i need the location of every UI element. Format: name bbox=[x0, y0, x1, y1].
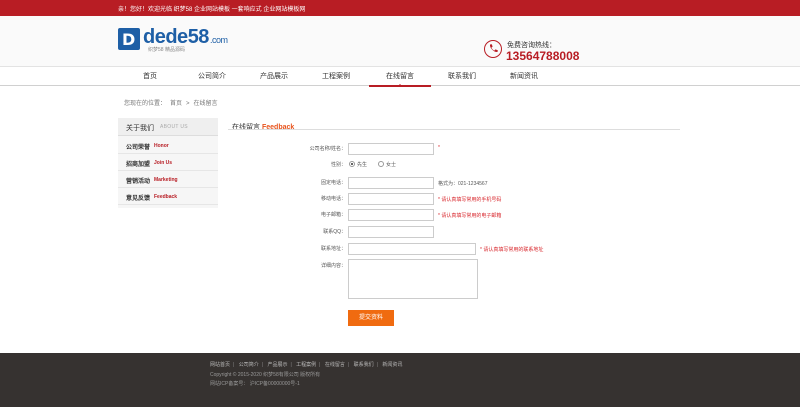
content-title: 在线留言 Feedback bbox=[232, 122, 294, 132]
address-hint: * 请认真填写常用的联系地址 bbox=[480, 247, 544, 253]
mobile-hint: * 请认真填写常用的手机号码 bbox=[438, 197, 502, 203]
sidebar-item-label-en: Feedback bbox=[154, 194, 178, 200]
hotline: 免费咨询热线： 13564788008 bbox=[484, 40, 594, 66]
footer-link-products[interactable]: 产品展示 bbox=[267, 362, 287, 368]
logo-mark-icon: D bbox=[118, 28, 140, 50]
sidebar-title-en: ABOUT US bbox=[160, 124, 188, 130]
company-label-wrap: 公司名称/姓名： bbox=[280, 143, 346, 155]
gender-label: 性别： bbox=[330, 162, 346, 168]
footer-sep: | bbox=[233, 362, 235, 368]
breadcrumb-sep: > bbox=[186, 101, 190, 107]
nav-item-contact[interactable]: 联系我们 bbox=[431, 67, 493, 87]
main-nav: 首页 公司简介 产品展示 工程案例 在线留言 联系我们 新闻资讯 bbox=[0, 66, 800, 87]
qq-label: 联系QQ： bbox=[323, 229, 346, 235]
footer-sep: | bbox=[319, 362, 321, 368]
sidebar-title: 关于我们 bbox=[126, 125, 154, 132]
address-label-wrap: 联系地址： bbox=[280, 243, 346, 255]
footer-link-home[interactable]: 网站首页 bbox=[210, 362, 230, 368]
email-input[interactable] bbox=[348, 209, 434, 221]
address-label: 联系地址： bbox=[320, 246, 346, 252]
site-header: D dede58.com 织梦58 精品源码 免费咨询热线： 135647880… bbox=[0, 16, 800, 66]
welcome-text: 亲！您好！欢迎光临 织梦58 企业网站模板 一套响应式 企业网站模板网 bbox=[118, 7, 306, 13]
phone-icon bbox=[484, 40, 502, 58]
message-label-wrap: 详细内容： bbox=[280, 260, 346, 272]
breadcrumb: 您现在的位置： 首页 > 在线留言 bbox=[124, 98, 222, 107]
phone-input[interactable] bbox=[348, 177, 434, 189]
footer-link-contact[interactable]: 联系我们 bbox=[354, 362, 374, 368]
sidebar-item-label: 招商加盟 bbox=[126, 162, 151, 168]
company-required-mark: * bbox=[438, 145, 440, 151]
qq-input[interactable] bbox=[348, 226, 434, 238]
sidebar-item-feedback[interactable]: 意见反馈 Feedback bbox=[118, 188, 218, 205]
message-label: 详细内容： bbox=[320, 263, 346, 269]
submit-button[interactable]: 提交资料 bbox=[348, 310, 394, 326]
nav-item-feedback[interactable]: 在线留言 bbox=[369, 67, 431, 87]
nav-item-products[interactable]: 产品展示 bbox=[243, 67, 305, 87]
nav-item-news[interactable]: 新闻资讯 bbox=[493, 67, 555, 87]
footer-copyright: Copyright © 2015-2020 织梦58有限公司 版权所有 bbox=[210, 372, 321, 378]
email-label: 电子邮箱： bbox=[320, 212, 346, 218]
nav-item-about[interactable]: 公司简介 bbox=[181, 67, 243, 87]
sidebar-item-marketing[interactable]: 营销活动 Marketing bbox=[118, 171, 218, 188]
footer-sep: | bbox=[347, 362, 350, 368]
phone-label-wrap: 固定电话： bbox=[280, 177, 346, 189]
footer-link-about[interactable]: 公司简介 bbox=[239, 362, 259, 368]
mobile-input[interactable] bbox=[348, 193, 434, 205]
footer-sep: | bbox=[290, 362, 292, 368]
footer-link-news[interactable]: 新闻资讯 bbox=[382, 362, 402, 368]
gender-male-label: 先生 bbox=[357, 162, 368, 168]
address-input[interactable] bbox=[348, 243, 476, 255]
message-textarea[interactable] bbox=[348, 259, 478, 299]
footer-links: 网站首页 | 公司简介 | 产品展示 | 工程案例 | 在线留言 | 联系我们 | 新闻资讯 bbox=[210, 361, 405, 368]
email-label-wrap: 电子邮箱： bbox=[280, 209, 346, 221]
sidebar: 关于我们 ABOUT US 公司荣誉 Honor 招商加盟 Join Us 营销… bbox=[118, 118, 218, 208]
footer-sep: | bbox=[376, 362, 378, 368]
gender-label-wrap: 性别： bbox=[280, 159, 346, 171]
phone-label: 固定电话： bbox=[320, 180, 346, 186]
sidebar-item-label-en: Honor bbox=[154, 143, 169, 149]
footer-link-cases[interactable]: 工程案例 bbox=[296, 362, 316, 368]
logo-slogan: 织梦58 精品源码 bbox=[148, 47, 185, 53]
sidebar-item-join[interactable]: 招商加盟 Join Us bbox=[118, 154, 218, 171]
email-hint: * 请认真填写常用的电子邮箱 bbox=[438, 213, 502, 219]
mobile-label-wrap: 移动电话： bbox=[280, 193, 346, 205]
breadcrumb-prefix: 您现在的位置： bbox=[124, 101, 167, 107]
sidebar-item-label-en: Marketing bbox=[154, 177, 178, 183]
gender-male-radio[interactable] bbox=[349, 161, 355, 167]
hotline-number: 13564788008 bbox=[506, 49, 580, 63]
gender-female-radio[interactable] bbox=[378, 161, 384, 167]
gender-female-label: 女士 bbox=[386, 162, 397, 168]
top-welcome-bar: 亲！您好！欢迎光临 织梦58 企业网站模板 一套响应式 企业网站模板网 bbox=[0, 0, 800, 16]
sidebar-item-honor[interactable]: 公司荣誉 Honor bbox=[118, 137, 218, 154]
company-input[interactable] bbox=[348, 143, 434, 155]
footer-sep: | bbox=[261, 362, 264, 368]
site-logo[interactable]: D dede58.com 织梦58 精品源码 bbox=[118, 26, 240, 54]
mobile-label: 移动电话： bbox=[320, 196, 346, 202]
sidebar-header: 关于我们 ABOUT US bbox=[118, 118, 218, 136]
company-label: 公司名称/姓名： bbox=[309, 146, 346, 152]
phone-format-hint: 格式为：021-1234567 bbox=[438, 181, 488, 187]
content-divider bbox=[228, 129, 680, 130]
sidebar-item-label: 公司荣誉 bbox=[126, 145, 151, 151]
nav-item-cases[interactable]: 工程案例 bbox=[305, 67, 367, 87]
footer-link-feedback[interactable]: 在线留言 bbox=[325, 362, 345, 368]
qq-label-wrap: 联系QQ： bbox=[280, 226, 346, 238]
breadcrumb-current: 在线留言 bbox=[193, 101, 218, 107]
site-footer: 网站首页 | 公司简介 | 产品展示 | 工程案例 | 在线留言 | 联系我们 | 新闻资讯… bbox=[0, 353, 800, 407]
breadcrumb-home[interactable]: 首页 bbox=[170, 101, 182, 107]
sidebar-item-label: 营销活动 bbox=[126, 179, 151, 185]
sidebar-item-label: 意见反馈 bbox=[126, 196, 151, 202]
sidebar-item-label-en: Join Us bbox=[154, 160, 173, 166]
nav-item-home[interactable]: 首页 bbox=[119, 67, 181, 87]
footer-icp[interactable]: 网站ICP备案号： 沪ICP备00000000号-1 bbox=[210, 380, 300, 387]
